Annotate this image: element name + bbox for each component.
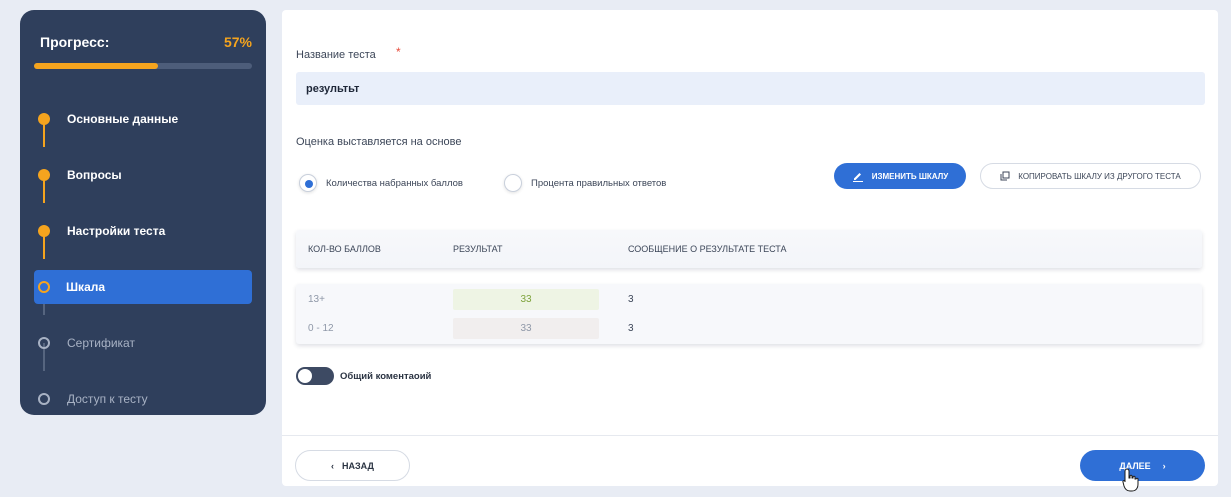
test-name-input[interactable] xyxy=(296,72,1205,105)
header-points: Кол-во баллов xyxy=(308,244,381,254)
scale-table-body: 13+ 33 3 0 - 12 33 3 xyxy=(296,284,1202,344)
next-button[interactable]: Далее › xyxy=(1080,450,1205,481)
step-label: Настройки теста xyxy=(67,224,166,238)
back-button[interactable]: ‹ Назад xyxy=(295,450,410,481)
step-sertifikat[interactable]: Сертификат xyxy=(34,315,252,371)
progress-bar-fill xyxy=(34,63,159,69)
step-done-dot-icon xyxy=(38,169,50,181)
chevron-right-icon: › xyxy=(1162,460,1166,471)
general-comment-label: Общий коментаоий xyxy=(340,370,432,382)
progress-bar xyxy=(34,63,252,69)
toggle-knob xyxy=(298,369,312,383)
grading-basis-label: Оценка выставляется на основе xyxy=(296,136,462,148)
header-result: Результат xyxy=(453,244,503,254)
steps-list: Основные данные Вопросы Настройки теста … xyxy=(34,91,252,427)
copy-scale-button[interactable]: Копировать шкалу из другого теста xyxy=(980,163,1201,189)
step-label: Шкала xyxy=(66,280,106,294)
step-label: Доступ к тесту xyxy=(67,392,148,406)
radio-percent-option[interactable]: Процента правильных ответов xyxy=(504,174,666,192)
back-button-label: Назад xyxy=(342,460,374,471)
progress-title: Прогресс: xyxy=(40,34,110,50)
test-name-label: Название теста xyxy=(296,49,376,61)
step-label: Сертификат xyxy=(67,336,135,350)
progress-header: Прогресс: 57% xyxy=(34,32,252,52)
step-pending-ring-icon xyxy=(38,337,50,349)
progress-sidebar: Прогресс: 57% Основные данные Вопросы На… xyxy=(20,10,266,415)
step-label: Вопросы xyxy=(67,168,122,182)
radio-percent-label: Процента правильных ответов xyxy=(531,177,667,189)
edit-scale-label: Изменить шкалу xyxy=(871,171,949,181)
step-shkala[interactable]: Шкала xyxy=(34,259,252,315)
step-dostup-k-testu[interactable]: Доступ к тесту xyxy=(34,371,252,427)
table-row[interactable]: 0 - 12 33 3 xyxy=(296,315,1202,343)
step-nastroyki-testa[interactable]: Настройки теста xyxy=(34,203,252,259)
copy-icon xyxy=(1000,171,1010,181)
step-osnovnye-dannye[interactable]: Основные данные xyxy=(34,91,252,147)
points-cell: 0 - 12 xyxy=(308,323,334,334)
radio-percent[interactable] xyxy=(504,174,522,192)
table-row[interactable]: 13+ 33 3 xyxy=(296,286,1202,314)
pencil-icon xyxy=(852,172,863,182)
radio-points-option[interactable]: Количества набранных баллов xyxy=(299,174,463,192)
result-cell[interactable]: 33 xyxy=(453,289,599,310)
general-comment-toggle-row[interactable]: Общий коментаоий xyxy=(296,367,431,385)
points-cell: 13+ xyxy=(308,294,325,305)
copy-scale-label: Копировать шкалу из другого теста xyxy=(1018,171,1181,181)
message-cell[interactable]: 3 xyxy=(628,323,634,334)
required-mark: * xyxy=(396,45,401,59)
result-cell[interactable]: 33 xyxy=(453,318,599,339)
hand-cursor-icon xyxy=(1122,468,1139,492)
footer-divider xyxy=(282,435,1218,436)
step-current-ring-icon xyxy=(38,281,50,293)
step-voprosy[interactable]: Вопросы xyxy=(34,147,252,203)
step-done-dot-icon xyxy=(38,113,50,125)
main-panel: Название теста * Оценка выставляется на … xyxy=(282,10,1218,486)
progress-percent: 57% xyxy=(223,34,252,50)
radio-points-label: Количества набранных баллов xyxy=(326,177,463,189)
message-cell[interactable]: 3 xyxy=(628,294,634,305)
general-comment-toggle[interactable] xyxy=(296,367,334,385)
step-pending-ring-icon xyxy=(38,393,50,405)
radio-points[interactable] xyxy=(299,174,317,192)
step-label: Основные данные xyxy=(67,112,179,126)
chevron-left-icon: ‹ xyxy=(331,460,335,471)
header-message: Сообщение о результате теста xyxy=(628,244,787,254)
scale-table-header: Кол-во баллов Результат Сообщение о резу… xyxy=(296,230,1202,268)
edit-scale-button[interactable]: Изменить шкалу xyxy=(834,163,966,189)
step-done-dot-icon xyxy=(38,225,50,237)
